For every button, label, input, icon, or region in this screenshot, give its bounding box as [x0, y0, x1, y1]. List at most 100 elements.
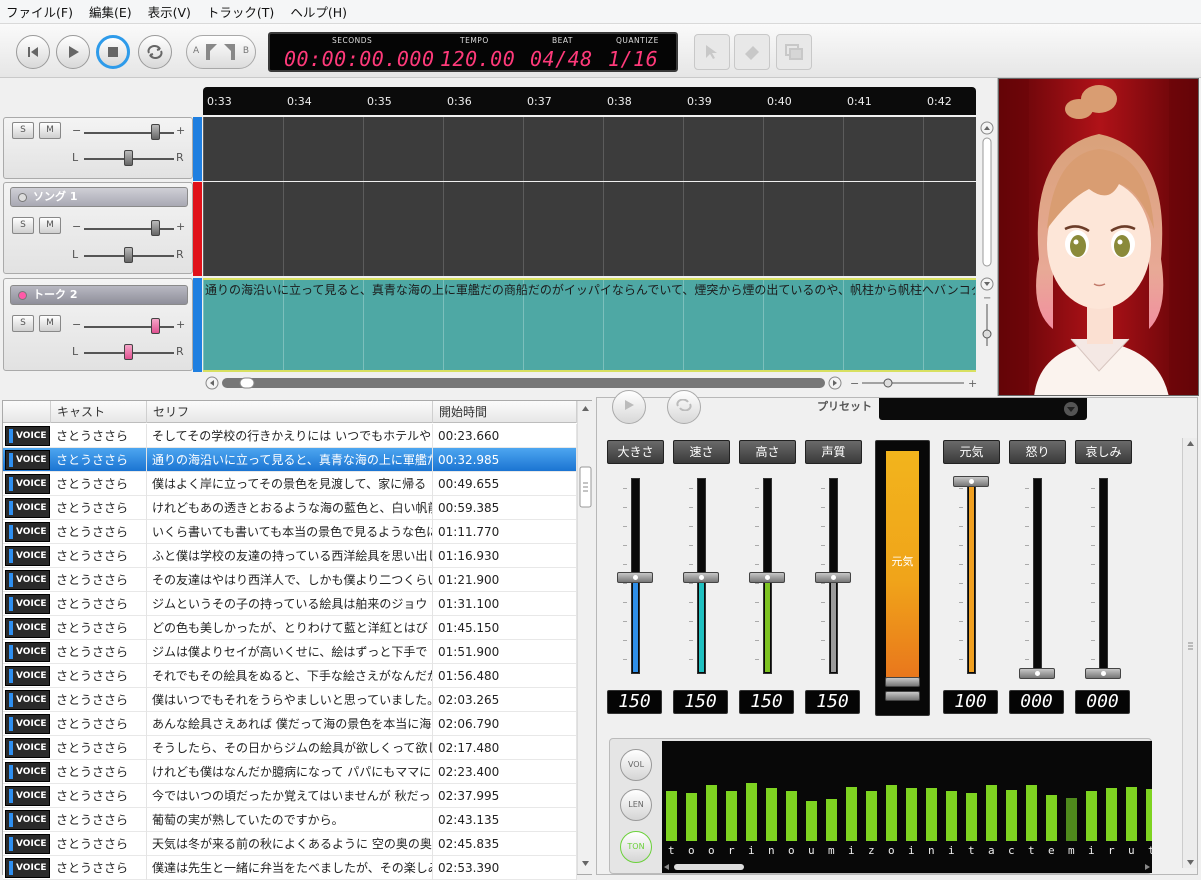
panel-vscroll[interactable] — [1182, 438, 1197, 868]
header-start[interactable]: 開始時間 — [433, 401, 577, 423]
start-cell[interactable]: 00:49.655 — [433, 472, 577, 496]
cast-cell[interactable]: さとうささら — [51, 760, 147, 784]
voice-value-display[interactable]: 150 — [673, 690, 728, 714]
voice-slider-knob[interactable] — [617, 572, 653, 583]
start-cell[interactable]: 02:06.790 — [433, 712, 577, 736]
list-vscroll[interactable] — [577, 401, 592, 874]
phoneme-bar[interactable] — [726, 791, 737, 841]
emotion-label-button[interactable]: 怒り — [1009, 440, 1066, 464]
voice-badge[interactable]: VOICE — [5, 786, 50, 806]
cast-cell[interactable]: さとうささら — [51, 568, 147, 592]
phoneme-bars[interactable] — [662, 741, 1157, 873]
voice-slider-knob[interactable] — [749, 572, 785, 583]
talk-clip-text[interactable]: 通りの海沿いに立って見ると、真青な海の上に軍艦だの商船だのがイッパイならんでいて… — [205, 281, 975, 298]
line-cell[interactable]: 僕はいつでもそれをうらやましいと思っていました。 — [147, 688, 433, 712]
timeline-vscroll[interactable]: − — [980, 121, 994, 351]
line-cell[interactable]: 僕はよく岸に立ってその景色を見渡して、家に帰る — [147, 472, 433, 496]
voice-label-button[interactable]: 声質 — [805, 440, 862, 464]
phoneme-bar[interactable] — [686, 793, 697, 841]
phoneme-hscroll[interactable] — [662, 861, 1152, 871]
emotion-slider-track[interactable] — [1033, 478, 1042, 674]
voice-badge[interactable]: VOICE — [5, 714, 50, 734]
cast-cell[interactable]: さとうささら — [51, 640, 147, 664]
header-line[interactable]: セリフ — [147, 401, 433, 423]
phoneme-bar[interactable] — [706, 785, 717, 841]
phoneme-bar[interactable] — [1006, 790, 1017, 841]
track-lane-3[interactable]: 通りの海沿いに立って見ると、真青な海の上に軍艦だの商船だのがイッパイならんでいて… — [203, 278, 976, 372]
cast-cell[interactable]: さとうささら — [51, 544, 147, 568]
line-cell[interactable]: ふと僕は学校の友達の持っている西洋絵具を思い出し — [147, 544, 433, 568]
voice-badge[interactable]: VOICE — [5, 546, 50, 566]
cast-cell[interactable]: さとうささら — [51, 448, 147, 472]
cast-cell[interactable]: さとうささら — [51, 688, 147, 712]
menu-help[interactable]: ヘルプ(H) — [290, 2, 347, 21]
ab-repeat-group[interactable]: A B — [186, 35, 256, 69]
start-cell[interactable]: 01:56.480 — [433, 664, 577, 688]
voice-badge[interactable]: VOICE — [5, 666, 50, 686]
rewind-button[interactable] — [16, 35, 50, 69]
voice-badge[interactable]: VOICE — [5, 738, 50, 758]
track-name-song[interactable]: ソング 1 — [10, 187, 188, 207]
voice-label-button[interactable]: 大きさ — [607, 440, 664, 464]
line-cell[interactable]: いくら書いても書いても本当の景色で見るような色に — [147, 520, 433, 544]
phoneme-bar[interactable] — [1066, 798, 1077, 841]
stop-button[interactable] — [96, 35, 130, 69]
phoneme-bar[interactable] — [1086, 791, 1097, 841]
cast-cell[interactable]: さとうささら — [51, 784, 147, 808]
volume-knob[interactable] — [151, 124, 160, 140]
emotion-label-button[interactable]: 元気 — [943, 440, 1000, 464]
solo-button[interactable]: S — [12, 122, 34, 139]
line-cell[interactable]: けれども僕はなんだか臆病になって パパにもママに — [147, 760, 433, 784]
start-cell[interactable]: 01:51.900 — [433, 640, 577, 664]
pan-knob[interactable] — [124, 150, 133, 166]
table-row[interactable]: VOICE さとうささら そうしたら、その日からジムの絵具が欲しくって欲し 02:17… — [3, 736, 577, 760]
voice-badge[interactable]: VOICE — [5, 690, 50, 710]
emotion-knob-bottom[interactable] — [885, 691, 920, 701]
phoneme-bar[interactable] — [806, 801, 817, 841]
time-ruler[interactable]: 0:33 0:34 0:35 0:36 0:37 0:38 0:39 0:40 0:41 0:42 — [203, 87, 976, 115]
voice-label-button[interactable]: 高さ — [739, 440, 796, 464]
line-cell[interactable]: けれどもあの透きとおるような海の藍色と、白い帆前 — [147, 496, 433, 520]
start-cell[interactable]: 00:59.385 — [433, 496, 577, 520]
voice-badge[interactable]: VOICE — [5, 858, 50, 878]
voice-badge[interactable]: VOICE — [5, 426, 50, 446]
volume-knob[interactable] — [151, 220, 160, 236]
mute-button[interactable]: M — [39, 217, 61, 234]
emotion-value-display[interactable]: 000 — [1009, 690, 1064, 714]
preset-dropdown[interactable] — [879, 398, 1087, 420]
phoneme-bar[interactable] — [666, 791, 677, 841]
phoneme-bar[interactable] — [966, 793, 977, 841]
start-cell[interactable]: 02:43.135 — [433, 808, 577, 832]
phoneme-bar[interactable] — [866, 791, 877, 841]
cast-cell[interactable]: さとうささら — [51, 712, 147, 736]
zoom-slider[interactable]: − + — [848, 376, 978, 390]
start-cell[interactable]: 01:31.100 — [433, 592, 577, 616]
emotion-label-button[interactable]: 哀しみ — [1075, 440, 1132, 464]
voice-value-display[interactable]: 150 — [805, 690, 860, 714]
line-cell[interactable]: それでもその絵具をぬると、下手な絵さえがなんだか — [147, 664, 433, 688]
cast-cell[interactable]: さとうささら — [51, 832, 147, 856]
line-cell[interactable]: そしてその学校の行きかえりには いつでもホテルや — [147, 424, 433, 448]
quantize-value[interactable]: 1/16 — [608, 47, 658, 71]
phoneme-bar[interactable] — [766, 788, 777, 841]
table-row[interactable]: VOICE さとうささら あんな絵具さえあれば 僕だって海の景色を本当に海 02:06… — [3, 712, 577, 736]
phoneme-graph[interactable]: toorinoumizoinitactemirut — [662, 741, 1157, 873]
start-cell[interactable]: 00:32.985 — [433, 448, 577, 472]
line-cell[interactable]: その友達はやはり西洋人で、しかも僕より二つくらい — [147, 568, 433, 592]
line-cell[interactable]: あんな絵具さえあれば 僕だって海の景色を本当に海 — [147, 712, 433, 736]
emotion-slider-track[interactable] — [967, 478, 976, 674]
table-row[interactable]: VOICE さとうささら ジムは僕よりセイが高いくせに、絵はずっと下手で 01:51.… — [3, 640, 577, 664]
line-cell[interactable]: 僕達は先生と一緒に弁当をたべましたが、その楽しみ — [147, 856, 433, 880]
table-row[interactable]: VOICE さとうささら ふと僕は学校の友達の持っている西洋絵具を思い出し 01:16… — [3, 544, 577, 568]
emotion-slider-knob[interactable] — [1085, 668, 1121, 679]
mute-button[interactable]: M — [39, 315, 61, 332]
line-cell[interactable]: 今ではいつの頃だったか覚えてはいませんが 秋だっ — [147, 784, 433, 808]
cast-cell[interactable]: さとうささら — [51, 520, 147, 544]
mute-button[interactable]: M — [39, 122, 61, 139]
start-cell[interactable]: 02:03.265 — [433, 688, 577, 712]
voice-badge[interactable]: VOICE — [5, 570, 50, 590]
timeline-hscroll[interactable] — [205, 376, 842, 390]
play-button[interactable] — [56, 35, 90, 69]
cast-cell[interactable]: さとうささら — [51, 424, 147, 448]
eraser-tool-button[interactable] — [734, 34, 770, 70]
